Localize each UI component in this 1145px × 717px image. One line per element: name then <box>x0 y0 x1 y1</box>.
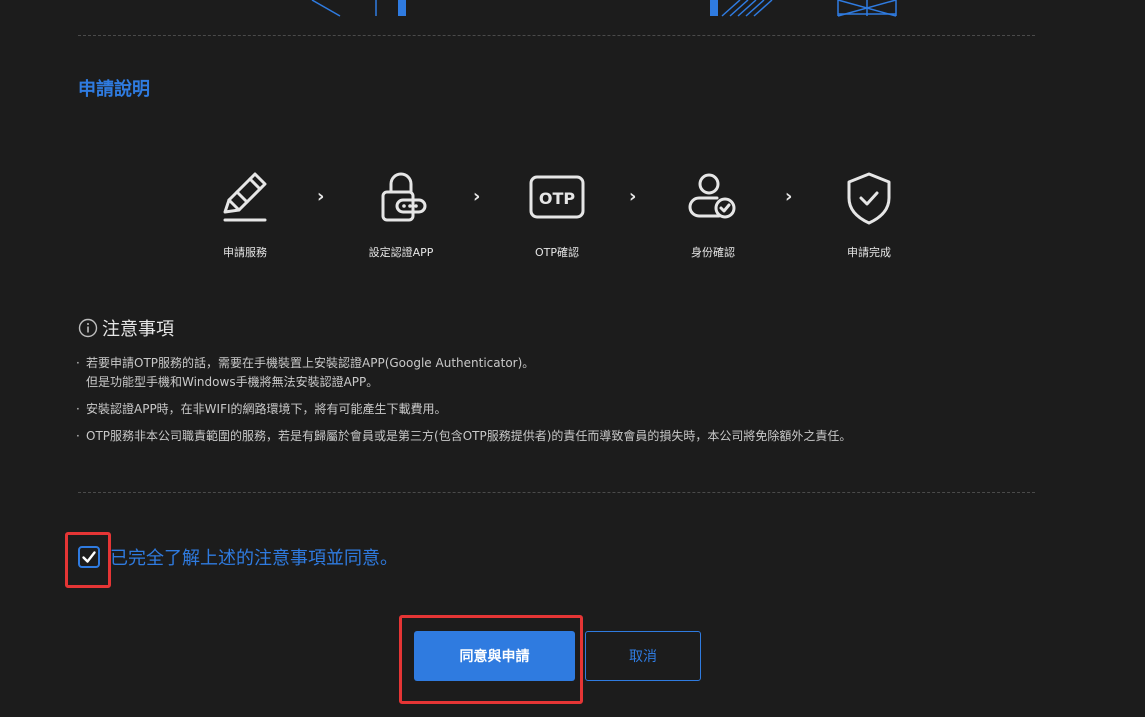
cancel-button[interactable]: 取消 <box>585 631 701 681</box>
shield-check-icon <box>847 172 891 225</box>
note-line: 安裝認證APP時，在非WIFI的網路環境下，將有可能產生下載費用。 <box>86 402 447 416</box>
chevron-right-icon: › <box>473 186 481 207</box>
bottom-divider <box>78 492 1035 493</box>
svg-text:OTP: OTP <box>539 189 576 208</box>
pencil-icon <box>223 172 267 222</box>
chevron-right-icon: › <box>629 186 637 207</box>
otp-icon: OTP <box>529 175 585 219</box>
list-item: 安裝認證APP時，在非WIFI的網路環境下，將有可能產生下載費用。 <box>76 400 1026 419</box>
step-complete: 申請完成 <box>804 168 934 260</box>
note-line: OTP服務非本公司職責範圍的服務，若是有歸屬於會員或是第三方(包含OTP服務提供… <box>86 429 852 443</box>
info-icon <box>78 318 98 338</box>
chevron-right-icon: › <box>785 186 793 207</box>
lock-icon <box>381 172 427 222</box>
user-check-icon <box>688 173 736 219</box>
header-illustration <box>311 0 897 17</box>
step-label: 申請服務 <box>223 246 267 259</box>
step-otp-confirm: OTP OTP確認 <box>492 168 622 260</box>
list-item: 若要申請OTP服務的話，需要在手機裝置上安裝認證APP(Google Authe… <box>76 354 1026 392</box>
step-label: 身份確認 <box>691 246 735 259</box>
application-steps: 申請服務 › 設定認證APP › OTP OTP確認 › 身份確認 › 申請完成 <box>0 168 1145 268</box>
checkbox-highlight <box>65 532 111 588</box>
section-title: 申請說明 <box>78 79 150 100</box>
step-apply-service: 申請服務 <box>180 168 310 260</box>
step-label: OTP確認 <box>534 246 579 259</box>
agreement-row[interactable]: 已完全了解上述的注意事項並同意。 <box>78 544 398 570</box>
agreement-text: 已完全了解上述的注意事項並同意。 <box>110 548 398 569</box>
notes-list: 若要申請OTP服務的話，需要在手機裝置上安裝認證APP(Google Authe… <box>76 354 1026 454</box>
step-identity-confirm: 身份確認 <box>648 168 778 260</box>
note-line: 若要申請OTP服務的話，需要在手機裝置上安裝認證APP(Google Authe… <box>86 356 535 370</box>
top-divider <box>78 35 1035 36</box>
note-line: 但是功能型手機和Windows手機將無法安裝認證APP。 <box>86 375 379 389</box>
list-item: OTP服務非本公司職責範圍的服務，若是有歸屬於會員或是第三方(包含OTP服務提供… <box>76 427 1026 446</box>
step-label: 申請完成 <box>847 246 891 259</box>
step-label: 設定認證APP <box>368 246 434 259</box>
notes-title: 注意事項 <box>102 319 174 340</box>
button-highlight <box>399 615 583 704</box>
notes-heading: 注意事項 <box>78 315 174 341</box>
chevron-right-icon: › <box>317 186 325 207</box>
step-setup-app: 設定認證APP <box>336 168 466 260</box>
